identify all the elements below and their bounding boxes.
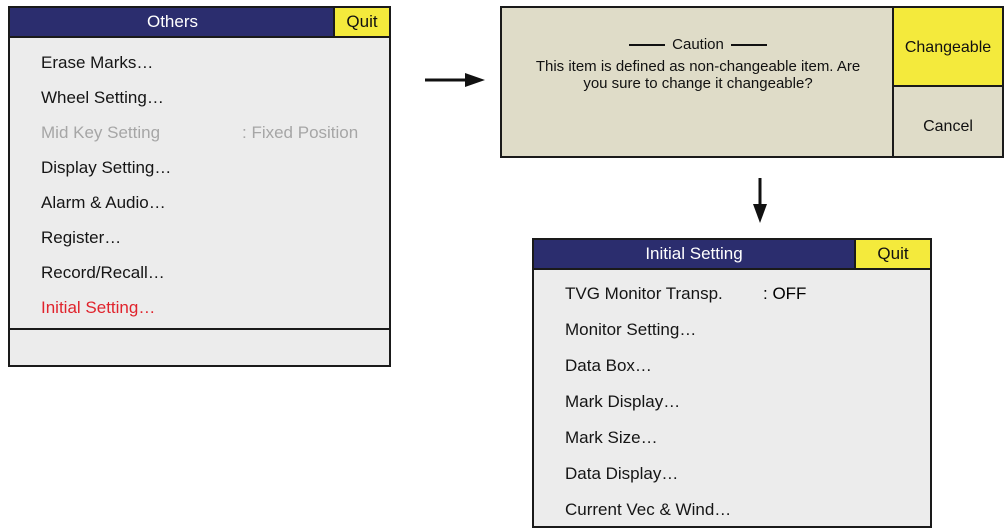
caution-message: This item is defined as non-changeable i…	[535, 58, 861, 92]
menu-item-mark-display[interactable]: Mark Display…	[565, 392, 680, 412]
cancel-button[interactable]: Cancel	[892, 87, 1002, 156]
initial-setting-menu: Initial Setting Quit TVG Monitor Transp.…	[532, 238, 932, 528]
caution-dialog: Caution This item is defined as non-chan…	[500, 6, 1004, 158]
caution-dash-right	[730, 44, 767, 47]
arrow-right-icon	[425, 73, 485, 87]
initial-setting-title-bar: Initial Setting Quit	[534, 240, 930, 270]
others-menu: Others Quit Erase Marks… Wheel Setting… …	[8, 6, 391, 367]
initial-setting-title: Initial Setting	[645, 244, 743, 263]
menu-item-display-setting[interactable]: Display Setting…	[41, 158, 171, 178]
caution-dash-left	[629, 44, 666, 47]
menu-item-register[interactable]: Register…	[41, 228, 121, 248]
others-title: Others	[146, 12, 199, 31]
arrow-down-icon	[753, 178, 767, 223]
others-quit-button[interactable]: Quit	[333, 8, 389, 36]
menu-item-record-recall[interactable]: Record/Recall…	[41, 263, 165, 283]
menu-item-erase-marks[interactable]: Erase Marks…	[41, 53, 153, 73]
menu-item-mid-key-setting: Mid Key Setting	[41, 123, 161, 142]
others-title-bar: Others Quit	[10, 8, 389, 38]
mid-key-setting-value: : Fixed Position	[242, 123, 359, 142]
menu-item-wheel-setting[interactable]: Wheel Setting…	[41, 88, 164, 108]
changeable-button[interactable]: Changeable	[892, 8, 1002, 87]
menu-item-initial-setting[interactable]: Initial Setting…	[41, 298, 155, 318]
menu-item-alarm-audio[interactable]: Alarm & Audio…	[41, 193, 166, 213]
menu-item-current-vec-wind[interactable]: Current Vec & Wind…	[565, 500, 731, 520]
menu-item-data-box[interactable]: Data Box…	[565, 356, 652, 376]
menu-item-data-display[interactable]: Data Display…	[565, 464, 678, 484]
caution-heading: Caution	[502, 36, 894, 53]
menu-item-monitor-setting[interactable]: Monitor Setting…	[565, 320, 696, 340]
menu-item-mark-size[interactable]: Mark Size…	[565, 428, 658, 448]
caution-heading-text: Caution	[672, 36, 724, 53]
others-footer-divider	[10, 328, 389, 330]
menu-item-tvg-monitor-transp[interactable]: TVG Monitor Transp.	[565, 284, 723, 304]
initial-setting-quit-button[interactable]: Quit	[854, 240, 930, 268]
tvg-monitor-transp-value: : OFF	[763, 284, 807, 303]
caution-message-area: Caution This item is defined as non-chan…	[502, 8, 894, 156]
